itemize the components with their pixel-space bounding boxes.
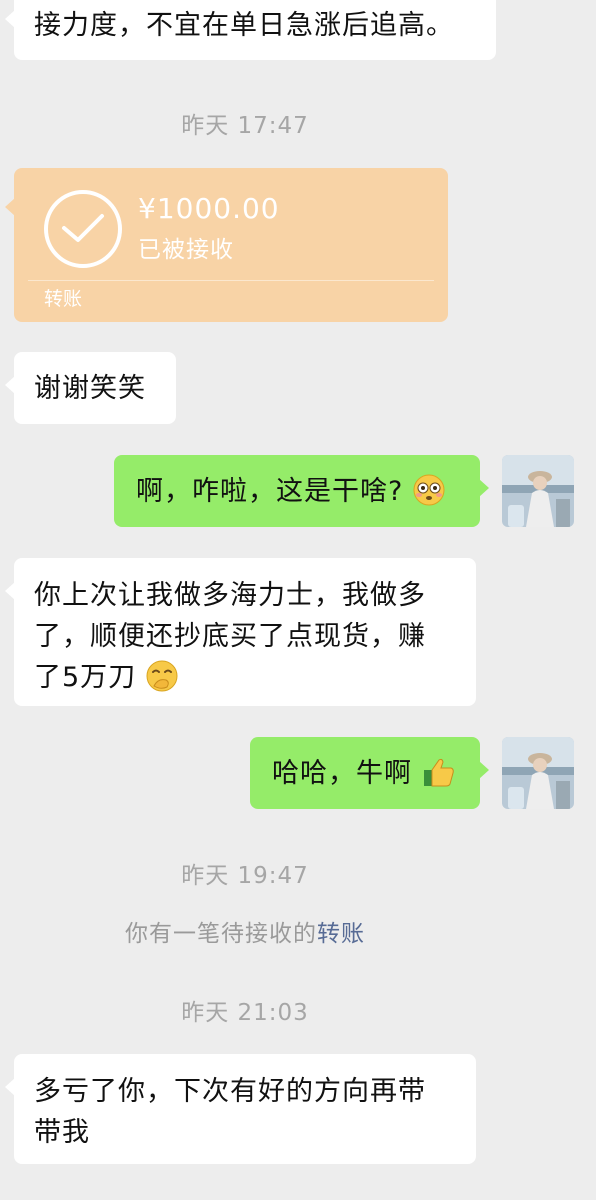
outgoing-message[interactable]: 哈哈，牛啊	[250, 737, 489, 809]
message-line: 了5万刀	[34, 662, 137, 693]
outgoing-message[interactable]: 啊，咋啦，这是干啥?	[114, 455, 489, 527]
system-note-text: 你有一笔待接收的	[125, 921, 317, 947]
transfer-card[interactable]: ¥1000.00 已被接收 转账	[5, 168, 448, 322]
transfer-status: 已被接收	[138, 237, 234, 263]
incoming-message[interactable]: 谢谢笑笑	[5, 352, 176, 424]
timestamp: 昨天 19:47	[181, 863, 309, 889]
incoming-message[interactable]: 接力度，不宜在单日急涨后追高。	[5, 0, 496, 60]
avatar[interactable]	[502, 737, 574, 809]
flushed-face-icon	[413, 474, 445, 517]
system-note: 你有一笔待接收的转账	[0, 914, 490, 948]
divider	[28, 280, 434, 281]
timestamp: 昨天 17:47	[181, 113, 309, 139]
check-circle-icon	[44, 190, 122, 268]
incoming-message[interactable]: 你上次让我做多海力士，我做多 了，顺便还抄底买了点现货，赚 了5万刀	[5, 558, 476, 706]
timestamp: 昨天 21:03	[181, 1000, 309, 1026]
transfer-amount: ¥1000.00	[138, 192, 280, 225]
incoming-message[interactable]: 多亏了你，下次有好的方向再带 带我	[5, 1054, 476, 1164]
message-line: 多亏了你，下次有好的方向再带	[34, 1076, 426, 1107]
message-text: 谢谢笑笑	[34, 373, 146, 404]
message-line: 你上次让我做多海力士，我做多	[34, 580, 426, 611]
hand-over-mouth-icon	[146, 660, 178, 704]
transfer-link[interactable]: 转账	[317, 921, 365, 947]
chat-window: 接力度，不宜在单日急涨后追高。 昨天 17:47 ¥1000.00 已被接收 转…	[0, 0, 596, 1200]
avatar[interactable]	[502, 455, 574, 527]
message-text: 啊，咋啦，这是干啥?	[136, 476, 404, 507]
thumbs-up-icon	[422, 756, 456, 799]
message-line: 了，顺便还抄底买了点现货，赚	[34, 621, 426, 652]
message-text: 接力度，不宜在单日急涨后追高。	[34, 10, 454, 41]
transfer-label: 转账	[44, 288, 83, 310]
message-line: 带我	[34, 1117, 90, 1148]
message-text: 哈哈，牛啊	[272, 758, 412, 789]
